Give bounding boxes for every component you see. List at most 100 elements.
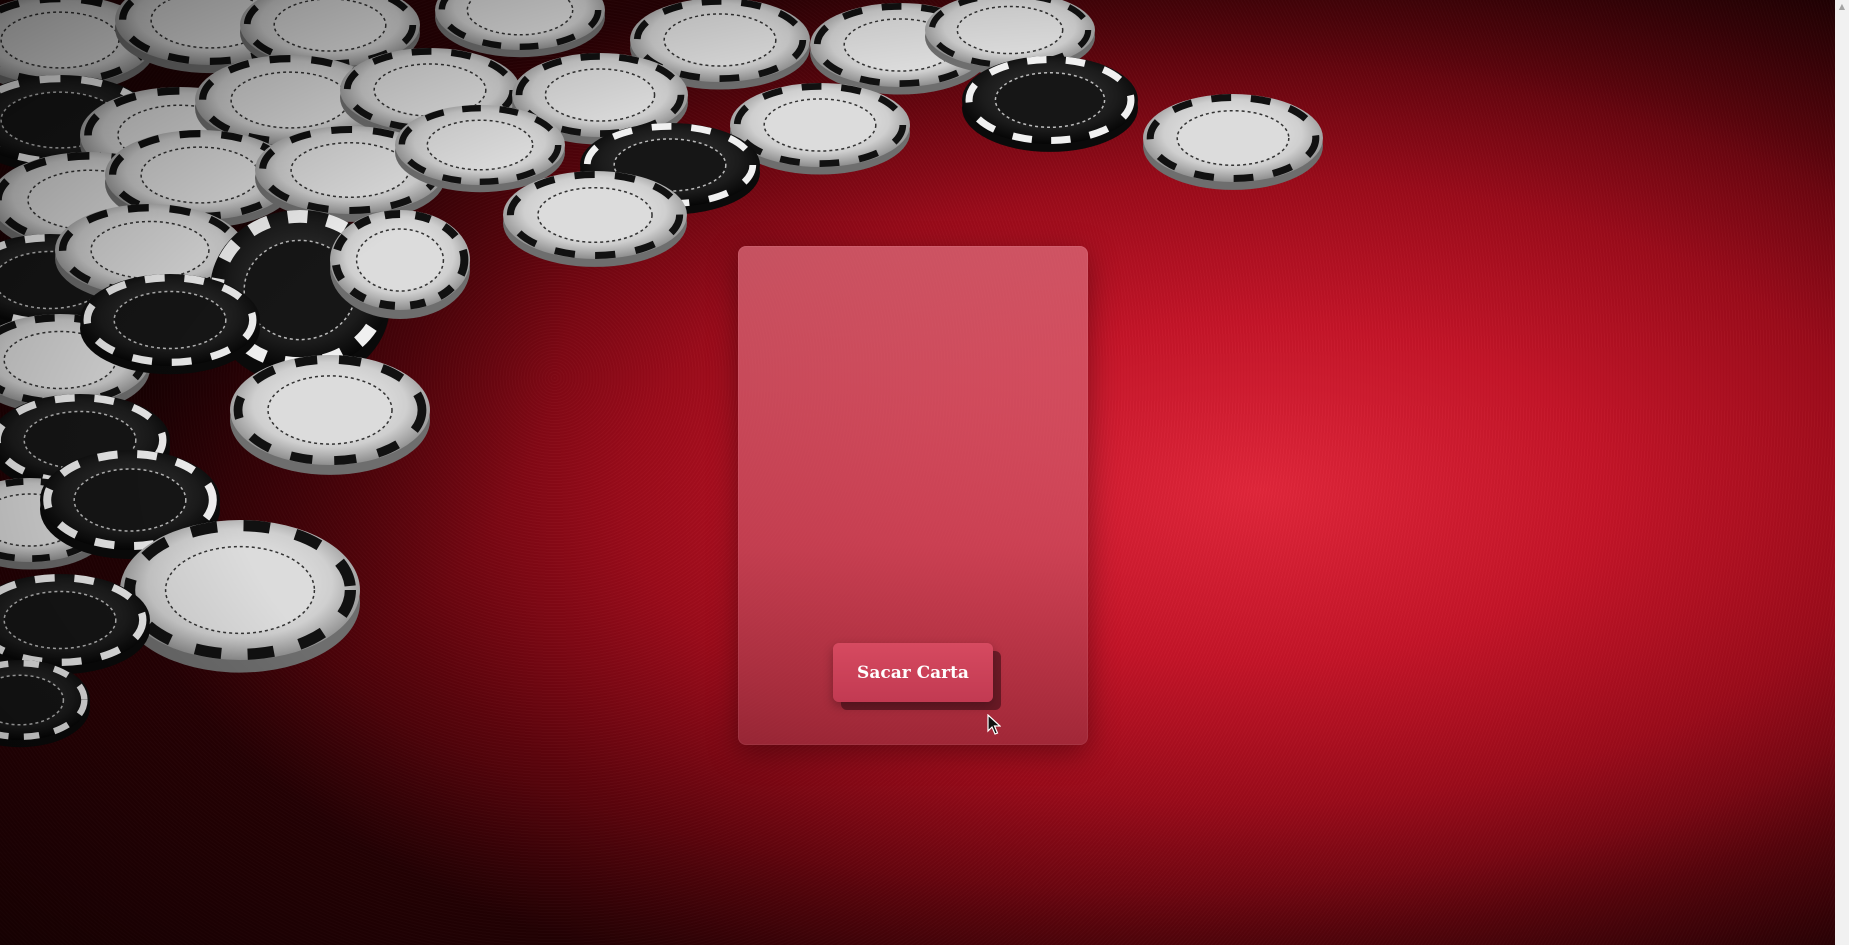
poker-chip-icon	[195, 63, 385, 154]
poker-chip-icon	[330, 219, 470, 319]
draw-card-button[interactable]: Sacar Carta	[833, 643, 993, 702]
vertical-scrollbar[interactable]: ▲	[1835, 0, 1849, 945]
poker-chip-icon	[0, 493, 81, 547]
poker-chip-icon	[580, 123, 760, 207]
poker-chip-icon	[255, 126, 445, 214]
poker-chip-icon	[537, 186, 653, 244]
poker-chip-icon	[503, 178, 687, 267]
poker-chip-icon	[27, 169, 153, 231]
poker-chip-icon	[105, 138, 295, 229]
poker-table-background: Sacar Carta ▲	[0, 0, 1849, 945]
poker-chip-icon	[630, 5, 810, 90]
poker-chip-icon	[80, 95, 280, 192]
poker-chip-icon	[843, 18, 957, 72]
poker-chip-icon	[140, 146, 260, 204]
poker-chip-icon	[810, 10, 990, 95]
poker-chip-icon	[0, 582, 150, 675]
poker-chip-icon	[1176, 109, 1290, 167]
poker-chip-icon	[117, 104, 243, 166]
poker-chip-icon	[925, 0, 1095, 75]
poker-chip-icon	[426, 119, 534, 171]
poker-chip-icon	[0, 660, 88, 740]
poker-chip-icon	[105, 130, 295, 220]
poker-chip-icon	[956, 5, 1064, 55]
poker-chip-icon	[435, 0, 605, 50]
poker-chip-icon	[330, 210, 470, 310]
poker-chip-icon	[40, 459, 220, 559]
poker-chip-icon	[210, 210, 390, 370]
poker-chip-icon	[0, 478, 107, 562]
poker-chip-icon	[290, 141, 410, 199]
poker-chip-icon	[195, 55, 385, 145]
poker-chip-icon	[0, 402, 170, 495]
poker-chip-icon	[763, 98, 877, 152]
poker-chip-icon	[331, 210, 469, 310]
poker-chip-icon	[965, 56, 1135, 144]
poker-chip-icon	[0, 674, 65, 726]
poker-chip-icon	[80, 274, 260, 366]
poker-chip-icon	[1143, 101, 1323, 190]
poker-chip-icon	[43, 450, 217, 550]
poker-chip-icon	[0, 234, 137, 326]
poker-chip-icon	[0, 242, 140, 335]
card-panel: Sacar Carta	[738, 246, 1088, 745]
poker-chip-icon	[962, 56, 1138, 144]
poker-chip-icon	[259, 126, 441, 215]
poker-chip-icon	[0, 574, 150, 666]
poker-chip-icon	[0, 250, 107, 310]
poker-chip-icon	[395, 105, 565, 185]
poker-chip-icon	[663, 13, 777, 67]
poker-chip-icon	[233, 354, 427, 465]
poker-chip-icon	[90, 220, 210, 280]
poker-chip-icon	[0, 3, 155, 94]
poker-chip-icon	[0, 574, 147, 666]
poker-chip-icon	[633, 0, 807, 82]
poker-chip-icon	[340, 48, 520, 132]
poker-chip-icon	[0, 152, 186, 248]
poker-chip-icon	[544, 68, 656, 122]
poker-chip-icon	[0, 75, 155, 165]
poker-chip-icon	[164, 545, 316, 635]
poker-chip-icon	[0, 11, 120, 69]
poker-chip-icon	[813, 3, 987, 87]
poker-chip-icon	[355, 228, 445, 292]
poker-chip-icon	[343, 48, 517, 132]
triangle-up-icon[interactable]: ▲	[1835, 0, 1849, 14]
poker-chip-icon	[395, 112, 565, 193]
poker-chip-icon	[733, 83, 907, 167]
poker-chip-icon	[124, 519, 357, 660]
poker-chip-icon	[0, 75, 151, 165]
poker-chip-icon	[73, 468, 187, 532]
poker-chip-icon	[84, 86, 276, 183]
poker-chip-icon	[962, 63, 1138, 152]
poker-chip-icon	[435, 0, 605, 58]
poker-chip-icon	[55, 212, 245, 305]
poker-chip-icon	[230, 364, 430, 475]
poker-chip-icon	[0, 314, 150, 406]
poker-chip-icon	[730, 90, 910, 175]
poker-chip-icon	[267, 375, 393, 445]
poker-chip-icon	[340, 55, 520, 140]
poker-chip-icon	[0, 234, 140, 326]
poker-chip-icon	[398, 104, 562, 185]
poker-chip-icon	[0, 667, 90, 748]
poker-chip-icon	[0, 314, 147, 406]
poker-chip-icon	[199, 54, 382, 146]
poker-chip-icon	[466, 0, 574, 36]
poker-chip-icon	[80, 87, 280, 183]
poker-chip-icon	[119, 0, 301, 65]
poker-chip-icon	[438, 0, 602, 50]
poker-chip-icon	[210, 224, 390, 385]
poker-chip-icon	[120, 520, 360, 660]
poker-chip-icon	[0, 91, 120, 149]
poker-chip-icon	[230, 355, 430, 465]
poker-chip-icon	[23, 410, 137, 470]
poker-chip-icon	[580, 130, 760, 215]
poker-chip-icon	[3, 330, 117, 390]
poker-chip-icon	[512, 53, 688, 137]
poker-chip-icon	[230, 71, 350, 129]
poker-chip-icon	[0, 0, 155, 85]
poker-chip-icon	[243, 0, 417, 67]
poker-chip-icon	[373, 63, 487, 117]
poker-chip-icon	[80, 282, 260, 375]
